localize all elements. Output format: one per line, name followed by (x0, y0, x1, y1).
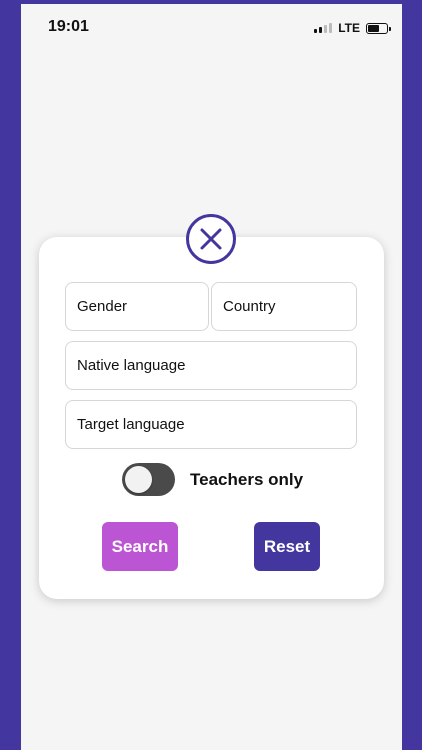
battery-level (368, 24, 379, 32)
battery-icon (366, 22, 391, 34)
status-bar: 19:01 LTE (21, 4, 402, 48)
signal-icon (314, 23, 333, 33)
teachers-only-toggle[interactable] (122, 463, 175, 496)
search-button[interactable]: Search (102, 522, 178, 571)
native-language-label: Native language (77, 357, 186, 374)
target-language-select[interactable]: Target language (65, 400, 357, 449)
target-language-label: Target language (77, 416, 185, 433)
gender-select[interactable]: Gender (65, 282, 209, 331)
filter-card: Gender Country Native language Target la… (39, 237, 384, 599)
reset-button[interactable]: Reset (254, 522, 320, 571)
country-select[interactable]: Country (211, 282, 357, 331)
native-language-select[interactable]: Native language (65, 341, 357, 390)
gender-label: Gender (77, 298, 128, 315)
status-indicators: LTE (314, 21, 391, 35)
country-label: Country (223, 298, 276, 315)
close-button[interactable] (186, 214, 236, 264)
toggle-knob (125, 466, 152, 493)
network-type: LTE (338, 21, 360, 35)
app-screen: 19:01 LTE Gender Country Native language (21, 4, 402, 750)
teachers-only-label: Teachers only (190, 470, 304, 489)
teachers-only-row: Teachers only (39, 463, 384, 497)
status-time: 19:01 (48, 18, 89, 35)
close-x-icon (200, 228, 222, 250)
